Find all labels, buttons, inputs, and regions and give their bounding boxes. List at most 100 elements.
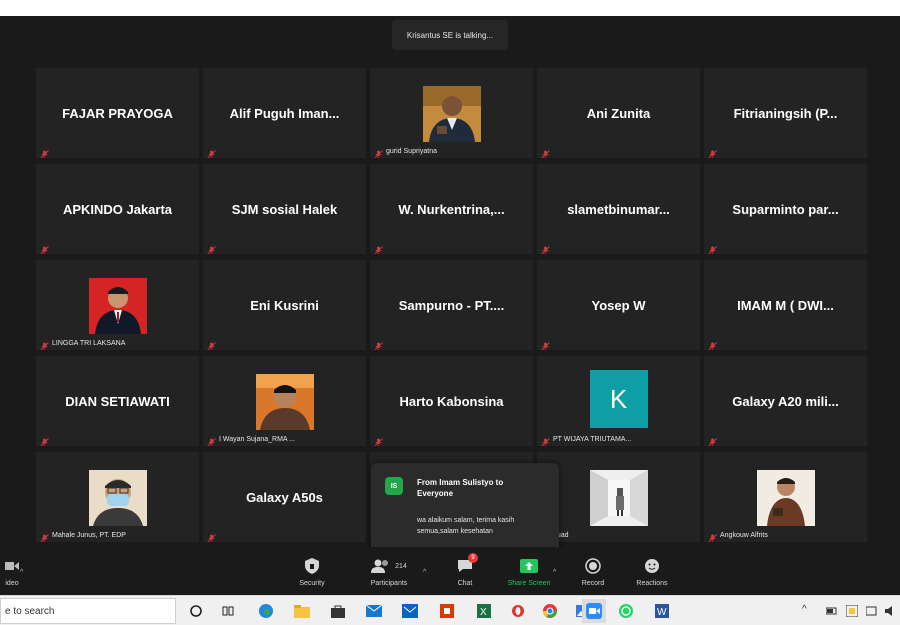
muted-mic-icon: [541, 338, 550, 350]
muted-mic-icon: [541, 242, 550, 254]
shield-icon: [305, 555, 319, 577]
participant-tile[interactable]: Eni Kusrini: [203, 260, 366, 350]
participant-name: SJM sosial Halek: [231, 202, 338, 217]
muted-mic-icon: [207, 146, 216, 158]
share-screen-label: Share Screen: [507, 580, 551, 587]
mail-icon[interactable]: [364, 601, 384, 621]
participants-button[interactable]: 214 Participants: [362, 547, 416, 595]
taskbar-search-text: e to search: [5, 605, 55, 617]
participant-tile[interactable]: Yosep W: [537, 260, 700, 350]
participant-name: W. Nurkentrina,...: [398, 202, 505, 217]
participant-tile[interactable]: I Wayan Sujana_RMA ...: [203, 356, 366, 446]
svg-text:X: X: [480, 607, 487, 618]
share-screen-button[interactable]: Share Screen: [500, 547, 558, 595]
muted-mic-icon: [40, 530, 49, 542]
video-options-caret-icon[interactable]: ^: [20, 569, 23, 576]
participant-tile[interactable]: LINGGA TRI LAKSANA: [36, 260, 199, 350]
participants-label: Participants: [370, 580, 408, 587]
security-button[interactable]: Security: [293, 547, 331, 595]
participant-name: Angkouw Alfrits: [720, 532, 768, 539]
participant-video: [422, 86, 481, 142]
opera-icon[interactable]: [508, 601, 528, 621]
participant-tile[interactable]: W. Nurkentrina,...: [370, 164, 533, 254]
participant-name: Mahale Junus, PT. EDP: [52, 532, 126, 539]
participant-tile[interactable]: Suparminto par...: [704, 164, 867, 254]
participant-tile[interactable]: SJM sosial Halek: [203, 164, 366, 254]
share-caret-icon[interactable]: ^: [553, 569, 556, 576]
participant-tile[interactable]: FAJAR PRAYOGA: [36, 68, 199, 158]
muted-mic-icon: [207, 530, 216, 542]
cortana-icon[interactable]: [186, 601, 206, 621]
participant-tile[interactable]: quad: [537, 452, 700, 542]
participants-caret-icon[interactable]: ^: [423, 569, 426, 576]
participant-name: Eni Kusrini: [250, 298, 319, 313]
volume-icon[interactable]: [880, 601, 900, 621]
meeting-toolbar: ideo ^ Security 214 Participants ^ 9 Cha…: [0, 547, 900, 595]
muted-mic-icon: [708, 530, 717, 542]
task-view-icon[interactable]: [218, 601, 238, 621]
muted-mic-icon: [541, 146, 550, 158]
participant-name: gurid Supriyatna: [386, 148, 437, 155]
smiley-plus-icon: [644, 555, 660, 577]
participant-tile[interactable]: DIAN SETIAWATI: [36, 356, 199, 446]
participant-video: [88, 278, 147, 334]
muted-mic-icon: [40, 242, 49, 254]
record-icon: [585, 555, 601, 577]
participant-avatar: K: [589, 370, 648, 428]
zoom-icon[interactable]: [582, 599, 606, 623]
network-icon[interactable]: [862, 601, 882, 621]
participant-name: DIAN SETIAWATI: [65, 394, 170, 409]
participant-tile[interactable]: gurid Supriyatna: [370, 68, 533, 158]
active-speaker-text: Krisantus SE is talking...: [406, 30, 494, 40]
participant-tile[interactable]: Galaxy A50s: [203, 452, 366, 542]
participant-video: [589, 470, 648, 526]
participant-name: Sampurno - PT....: [398, 298, 505, 313]
participant-name: Suparminto par...: [732, 202, 839, 217]
chat-button[interactable]: 9 Chat: [448, 547, 482, 595]
battery-icon[interactable]: [822, 601, 842, 621]
sender-initials-badge: IS: [385, 477, 403, 495]
participant-tile[interactable]: Alif Puguh Iman...: [203, 68, 366, 158]
participant-tile[interactable]: Sampurno - PT....: [370, 260, 533, 350]
participant-tile[interactable]: Harto Kabonsina: [370, 356, 533, 446]
participant-tile[interactable]: K PT WIJAYA TRIUTAMA...: [537, 356, 700, 446]
file-explorer-icon[interactable]: [292, 601, 312, 621]
record-button[interactable]: Record: [576, 547, 610, 595]
participant-name: Harto Kabonsina: [399, 394, 504, 409]
participant-name: Galaxy A50s: [246, 490, 323, 505]
chat-label: Chat: [457, 580, 473, 587]
participant-name: IMAM M ( DWI...: [737, 298, 834, 313]
muted-mic-icon: [40, 434, 49, 446]
participant-tile[interactable]: Ani Zunita: [537, 68, 700, 158]
office-icon[interactable]: [437, 601, 457, 621]
participant-tile[interactable]: Fitrianingsih (P...: [704, 68, 867, 158]
participant-tile[interactable]: Galaxy A20 mili...: [704, 356, 867, 446]
tray-chevron-icon[interactable]: ^: [802, 604, 807, 615]
muted-mic-icon: [40, 146, 49, 158]
participant-tile[interactable]: Angkouw Alfrits: [704, 452, 867, 542]
participant-tile[interactable]: IMAM M ( DWI...: [704, 260, 867, 350]
participant-name: LINGGA TRI LAKSANA: [52, 340, 126, 347]
security-label: Security: [299, 580, 325, 587]
chrome-icon[interactable]: [540, 601, 560, 621]
participant-tile[interactable]: Mahale Junus, PT. EDP: [36, 452, 199, 542]
whatsapp-icon[interactable]: [616, 601, 636, 621]
muted-mic-icon: [40, 338, 49, 350]
taskbar-search-box[interactable]: e to search: [0, 598, 176, 624]
store-icon[interactable]: [328, 601, 348, 621]
muted-mic-icon: [374, 338, 383, 350]
windows-taskbar: e to search X W ^: [0, 595, 900, 625]
participant-tile[interactable]: APKINDO Jakarta: [36, 164, 199, 254]
tray-app-icon[interactable]: [842, 601, 862, 621]
reactions-label: Reactions: [636, 580, 668, 587]
muted-mic-icon: [207, 338, 216, 350]
participant-video: [756, 470, 815, 526]
outlook-icon[interactable]: [400, 601, 420, 621]
participant-name: APKINDO Jakarta: [62, 202, 173, 217]
edge-icon[interactable]: [256, 601, 276, 621]
reactions-button[interactable]: Reactions: [630, 547, 674, 595]
excel-icon[interactable]: X: [474, 601, 494, 621]
participant-tile[interactable]: slametbinumar...: [537, 164, 700, 254]
participant-name: PT WIJAYA TRIUTAMA...: [553, 436, 632, 443]
word-icon[interactable]: W: [652, 601, 672, 621]
